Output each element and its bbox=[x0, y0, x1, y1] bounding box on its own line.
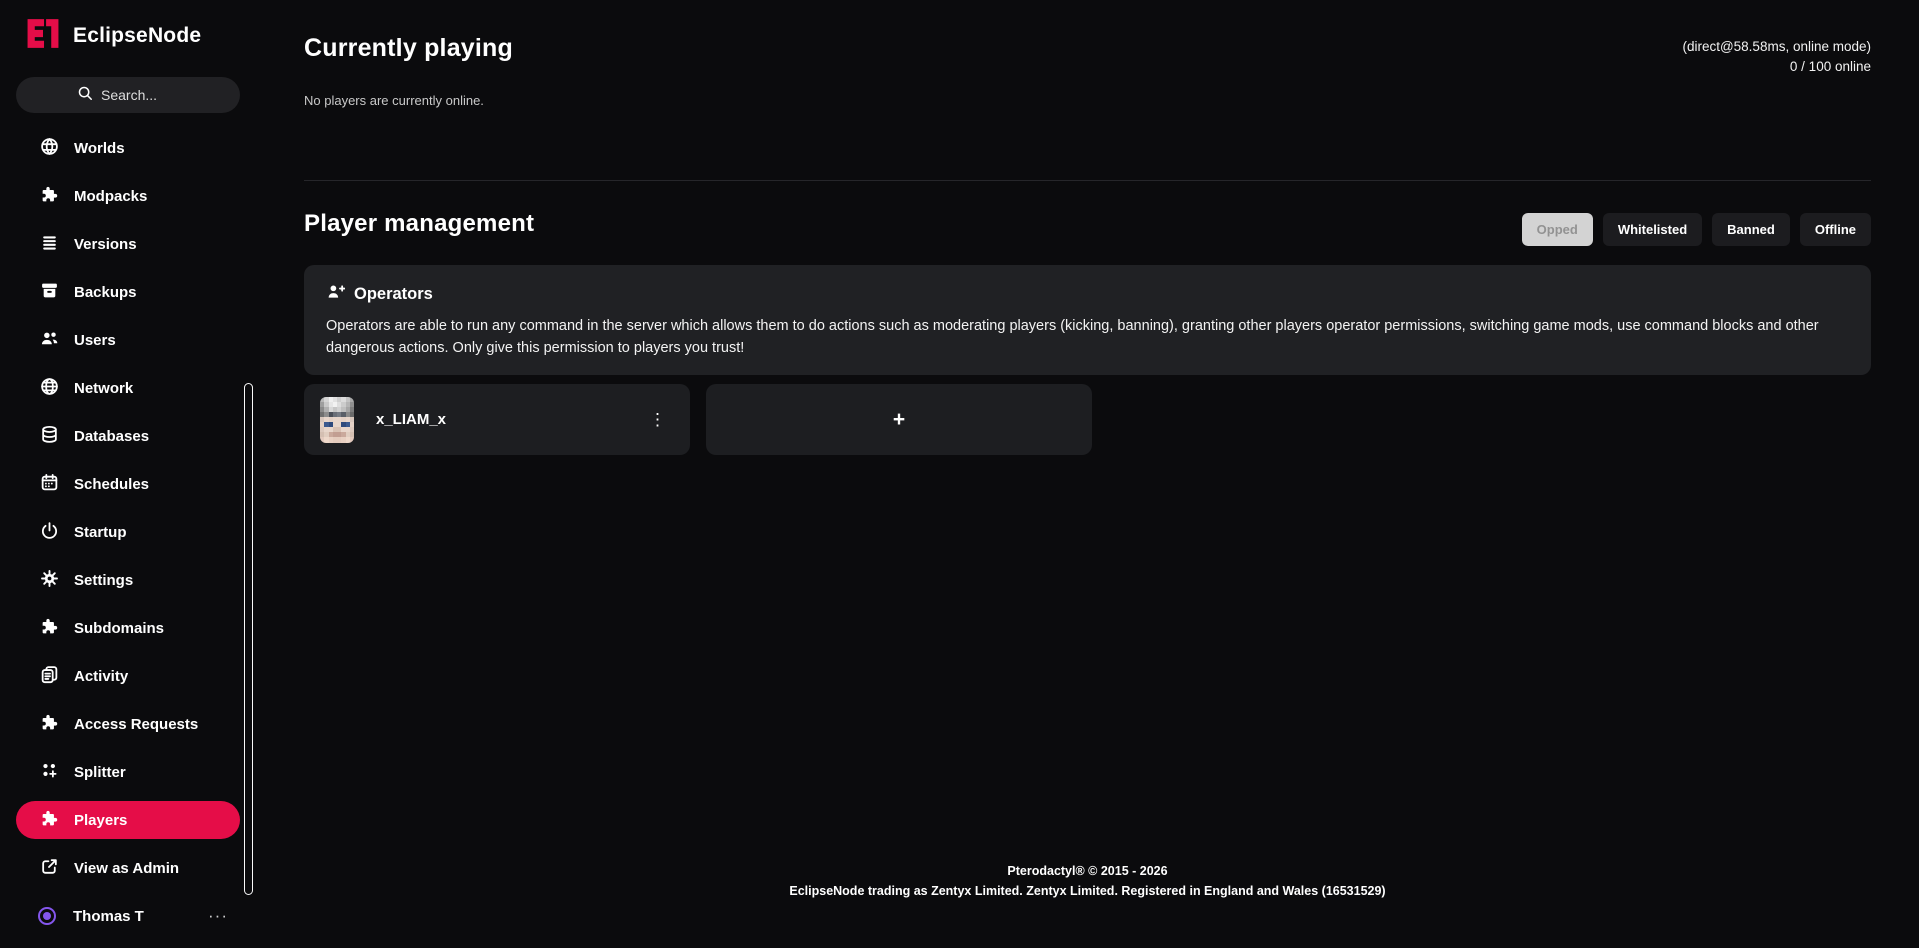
gear-icon bbox=[40, 569, 59, 592]
sidebar-item-label: View as Admin bbox=[74, 860, 179, 877]
sidebar-nav: Worlds Modpacks Versions Backups Users N… bbox=[0, 124, 256, 892]
user-status-icon bbox=[38, 907, 56, 925]
sidebar-item-databases[interactable]: Databases bbox=[0, 412, 256, 460]
sidebar-scrollbar[interactable] bbox=[244, 383, 253, 895]
sidebar-item-startup[interactable]: Startup bbox=[0, 508, 256, 556]
sidebar-item-label: Splitter bbox=[74, 764, 126, 781]
filter-opped-button[interactable]: Opped bbox=[1522, 213, 1593, 246]
user-name: Thomas T bbox=[73, 908, 144, 925]
stack-icon bbox=[40, 233, 59, 256]
external-link-icon bbox=[40, 857, 59, 880]
user-account-button[interactable]: Thomas T ··· bbox=[0, 896, 256, 936]
sidebar-item-activity[interactable]: Activity bbox=[0, 652, 256, 700]
sidebar-item-label: Schedules bbox=[74, 476, 149, 493]
sidebar-item-label: Versions bbox=[74, 236, 137, 253]
sidebar-item-worlds[interactable]: Worlds bbox=[0, 124, 256, 172]
search-input[interactable] bbox=[101, 87, 179, 103]
sidebar-item-view-as-admin[interactable]: View as Admin bbox=[0, 844, 256, 892]
sidebar-item-network[interactable]: Network bbox=[0, 364, 256, 412]
operator-player-card: x_LIAM_x ⋮ bbox=[304, 384, 690, 455]
user-menu-ellipsis-icon[interactable]: ··· bbox=[208, 906, 228, 926]
users-icon bbox=[40, 329, 59, 352]
footer-legal: EclipseNode trading as Zentyx Limited. Z… bbox=[304, 881, 1871, 901]
sidebar-item-players[interactable]: Players bbox=[16, 801, 240, 839]
filter-buttons: Opped Whitelisted Banned Offline bbox=[1522, 213, 1871, 246]
sidebar-item-label: Backups bbox=[74, 284, 137, 301]
currently-playing-title: Currently playing bbox=[304, 34, 513, 63]
brand-name: EclipseNode bbox=[73, 24, 201, 48]
sidebar-item-schedules[interactable]: Schedules bbox=[0, 460, 256, 508]
connection-status: (direct@58.58ms, online mode) bbox=[1682, 37, 1871, 57]
player-avatar bbox=[320, 397, 354, 443]
sidebar-item-users[interactable]: Users bbox=[0, 316, 256, 364]
sidebar-item-label: Players bbox=[74, 812, 127, 829]
sidebar-item-versions[interactable]: Versions bbox=[0, 220, 256, 268]
puzzle-icon bbox=[40, 809, 59, 832]
person-plus-icon bbox=[326, 282, 345, 306]
calendar-icon bbox=[40, 473, 59, 496]
sidebar: EclipseNode Worlds Modpacks Versions Bac… bbox=[0, 0, 256, 948]
search-icon bbox=[77, 85, 93, 106]
footer-copyright: Pterodactyl® © 2015 - 2026 bbox=[304, 861, 1871, 881]
operators-card: Operators Operators are able to run any … bbox=[304, 265, 1871, 375]
sidebar-item-label: Subdomains bbox=[74, 620, 164, 637]
sidebar-item-label: Modpacks bbox=[74, 188, 147, 205]
sidebar-item-access-requests[interactable]: Access Requests bbox=[0, 700, 256, 748]
network-globe-icon bbox=[40, 377, 59, 400]
sidebar-item-splitter[interactable]: Splitter bbox=[0, 748, 256, 796]
database-icon bbox=[40, 425, 59, 448]
archive-icon bbox=[40, 281, 59, 304]
footer: Pterodactyl® © 2015 - 2026 EclipseNode t… bbox=[304, 861, 1871, 901]
sidebar-item-settings[interactable]: Settings bbox=[0, 556, 256, 604]
sidebar-item-label: Databases bbox=[74, 428, 149, 445]
main-content: Currently playing (direct@58.58ms, onlin… bbox=[256, 0, 1919, 948]
puzzle-icon bbox=[40, 185, 59, 208]
sidebar-item-backups[interactable]: Backups bbox=[0, 268, 256, 316]
activity-log-icon bbox=[40, 665, 59, 688]
puzzle-icon bbox=[40, 713, 59, 736]
brand[interactable]: EclipseNode bbox=[24, 16, 201, 56]
sidebar-item-label: Users bbox=[74, 332, 116, 349]
sidebar-item-label: Network bbox=[74, 380, 133, 397]
eclipsenode-logo-icon bbox=[24, 16, 62, 56]
add-operator-button[interactable]: + bbox=[706, 384, 1092, 455]
sidebar-item-label: Startup bbox=[74, 524, 127, 541]
sidebar-item-modpacks[interactable]: Modpacks bbox=[0, 172, 256, 220]
sidebar-item-label: Settings bbox=[74, 572, 133, 589]
operators-title: Operators bbox=[354, 285, 433, 304]
player-management-title: Player management bbox=[304, 210, 534, 238]
power-icon bbox=[40, 521, 59, 544]
server-status: (direct@58.58ms, online mode) 0 / 100 on… bbox=[1682, 37, 1871, 77]
filter-banned-button[interactable]: Banned bbox=[1712, 213, 1790, 246]
no-players-message: No players are currently online. bbox=[304, 93, 484, 108]
player-count: 0 / 100 online bbox=[1682, 57, 1871, 77]
operators-description: Operators are able to run any command in… bbox=[326, 315, 1846, 359]
splitter-icon bbox=[40, 761, 59, 784]
filter-whitelisted-button[interactable]: Whitelisted bbox=[1603, 213, 1702, 246]
sidebar-item-label: Activity bbox=[74, 668, 128, 685]
globe-icon bbox=[40, 137, 59, 160]
player-name: x_LIAM_x bbox=[376, 411, 446, 428]
sidebar-item-label: Worlds bbox=[74, 140, 125, 157]
plus-icon: + bbox=[893, 408, 905, 432]
operator-cards-row: x_LIAM_x ⋮ + bbox=[304, 384, 1092, 455]
puzzle-icon bbox=[40, 617, 59, 640]
sidebar-item-label: Access Requests bbox=[74, 716, 198, 733]
search-bar[interactable] bbox=[16, 77, 240, 113]
player-options-kebab-icon[interactable]: ⋮ bbox=[641, 405, 674, 434]
section-divider bbox=[304, 180, 1871, 181]
filter-offline-button[interactable]: Offline bbox=[1800, 213, 1871, 246]
sidebar-item-subdomains[interactable]: Subdomains bbox=[0, 604, 256, 652]
